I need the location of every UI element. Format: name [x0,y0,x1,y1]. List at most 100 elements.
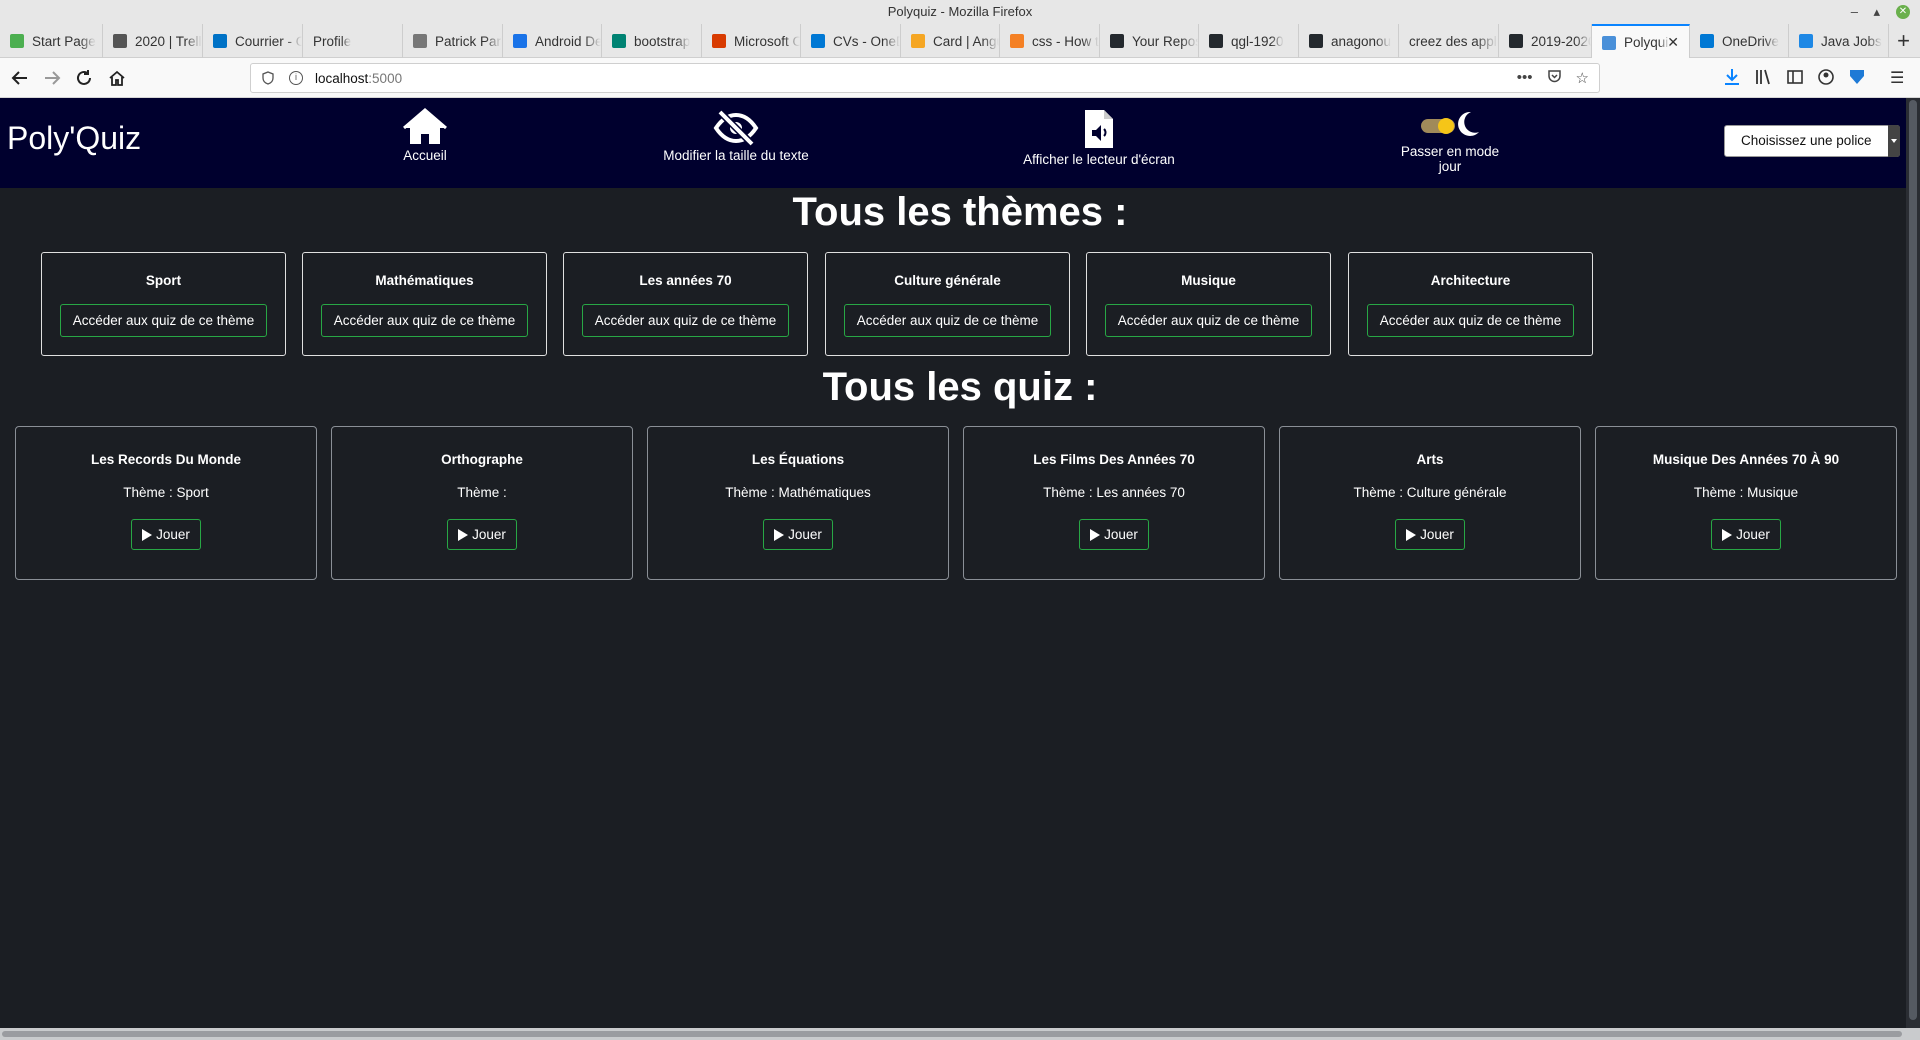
downloads-icon[interactable] [1724,68,1740,91]
account-icon[interactable] [1817,68,1835,91]
scrollbar-thumb[interactable] [2,1031,1902,1037]
browser-tab[interactable]: Java Jobs [1789,24,1889,58]
browser-tab[interactable]: Patrick Parker [403,24,503,58]
pocket-icon[interactable] [1547,69,1562,88]
tab-favicon-icon [1509,34,1523,48]
tab-close-icon[interactable]: ✕ [1667,34,1679,51]
sidebar-icon[interactable] [1786,68,1804,91]
theme-quizzes-button[interactable]: Accéder aux quiz de ce thème [581,304,790,337]
browser-tab[interactable]: bootstrap [602,24,702,58]
browser-tab[interactable]: OneDrive [1690,24,1789,58]
audio-file-icon [1085,110,1113,148]
quiz-title: Les Records Du Monde [90,452,242,467]
theme-quizzes-button[interactable]: Accéder aux quiz de ce thème [320,304,529,337]
browser-tab[interactable]: Microsoft Office [702,24,801,58]
browser-tab[interactable]: CVs - OneDrive [801,24,901,58]
quiz-card: Les Records Du Monde Thème : Sport Jouer [15,426,317,580]
extension-icon[interactable] [1848,68,1866,91]
quiz-title: Les Équations [751,452,845,467]
new-tab-icon[interactable]: + [1897,24,1910,58]
tab-favicon-icon [1309,34,1323,48]
tab-favicon-icon [1700,34,1714,48]
bookmark-star-icon[interactable]: ☆ [1576,69,1589,88]
tab-favicon-icon [1799,34,1813,48]
theme-card: Les années 70 Accéder aux quiz de ce thè… [563,252,808,356]
browser-tab[interactable]: 2020 | Trello [103,24,203,58]
play-icon [458,528,469,541]
browser-tab[interactable]: css - How to [1000,24,1100,58]
quiz-theme: Thème : Les années 70 [1043,485,1185,500]
menu-icon[interactable]: ☰ [1890,68,1904,88]
theme-quizzes-button[interactable]: Accéder aux quiz de ce thème [1104,304,1313,337]
tab-favicon-icon [1602,35,1616,50]
nav-text-size[interactable]: Modifier la taille du texte [655,108,817,163]
nav-screen-reader-label: Afficher le lecteur d'écran [1023,152,1175,167]
browser-tab[interactable]: Profile [303,24,403,58]
browser-tab[interactable]: anagonou [1299,24,1399,58]
quiz-card: Orthographe Thème : Jouer [331,426,633,580]
tracking-shield-icon[interactable] [261,71,275,85]
play-button[interactable]: Jouer [763,519,833,550]
nav-home[interactable]: Accueil [395,108,455,163]
quiz-title: Arts [1416,452,1444,467]
home-icon[interactable] [103,64,131,92]
quiz-theme: Thème : Culture générale [1353,485,1507,500]
play-label: Jouer [156,527,190,542]
window-close-icon[interactable]: ✕ [1896,5,1910,19]
font-select[interactable]: Choisissez une police [1724,125,1900,157]
nav-home-label: Accueil [403,148,447,163]
tab-favicon-icon [113,34,127,48]
page-actions-icon[interactable]: ••• [1517,69,1533,88]
horizontal-scrollbar[interactable] [0,1028,1920,1040]
play-label: Jouer [1420,527,1454,542]
browser-tab[interactable]: Card | Angular [901,24,1000,58]
theme-name: Architecture [1430,273,1511,288]
theme-name: Sport [145,273,182,288]
forward-icon[interactable] [38,64,66,92]
library-icon[interactable] [1755,68,1773,91]
browser-tab[interactable]: creez des applications [1399,24,1499,58]
tab-favicon-icon [1110,34,1124,48]
back-icon[interactable] [6,64,34,92]
minimize-icon[interactable]: – [1851,0,1858,24]
app-logo[interactable]: Poly'Quiz [7,120,141,157]
scrollbar-thumb[interactable] [1909,100,1917,1020]
theme-name: Musique [1181,273,1236,288]
quiz-title: Musique Des Années 70 À 90 [1652,452,1840,467]
maximize-icon[interactable]: ▴ [1873,0,1880,24]
browser-tab[interactable]: qgl-1920 [1199,24,1299,58]
nav-screen-reader[interactable]: Afficher le lecteur d'écran [1020,108,1178,167]
tab-favicon-icon [413,34,427,48]
theme-quizzes-button[interactable]: Accéder aux quiz de ce thème [59,304,268,337]
browser-tab[interactable]: Your Repositories [1100,24,1199,58]
quiz-title: Orthographe [441,452,523,467]
url-bar[interactable]: i localhost:5000 ••• ☆ [250,63,1600,93]
browser-tab[interactable]: Start Page [0,24,103,58]
chevron-down-icon[interactable] [1888,125,1900,157]
app-header: Poly'Quiz Accueil Modifier la taille du … [0,98,1906,188]
browser-tab[interactable]: Android Developers [503,24,602,58]
quizzes-title: Tous les quiz : [822,365,1098,409]
window-titlebar: Polyquiz - Mozilla Firefox [0,0,1920,24]
tab-bar: Start Page 2020 | Trello Courrier - Outl… [0,24,1920,59]
theme-quizzes-button[interactable]: Accéder aux quiz de ce thème [843,304,1052,337]
theme-name: Mathématiques [375,273,474,288]
theme-card: Musique Accéder aux quiz de ce thème [1086,252,1331,356]
theme-card: Culture générale Accéder aux quiz de ce … [825,252,1070,356]
play-label: Jouer [1104,527,1138,542]
house-icon [403,108,447,144]
play-button[interactable]: Jouer [131,519,201,550]
site-info-icon[interactable]: i [289,71,303,85]
nav-day-mode[interactable]: Passer en mode jour [1388,108,1512,174]
play-button[interactable]: Jouer [1079,519,1149,550]
reload-icon[interactable] [70,64,98,92]
tab-favicon-icon [1010,34,1024,48]
play-button[interactable]: Jouer [447,519,517,550]
browser-tab-active[interactable]: Polyquiz ✕ [1592,24,1690,59]
browser-tab[interactable]: Courrier - Outlook [203,24,303,58]
play-button[interactable]: Jouer [1395,519,1465,550]
theme-quizzes-button[interactable]: Accéder aux quiz de ce thème [1366,304,1575,337]
browser-tab[interactable]: 2019-2020 [1499,24,1592,58]
vertical-scrollbar[interactable] [1906,98,1920,1028]
play-button[interactable]: Jouer [1711,519,1781,550]
